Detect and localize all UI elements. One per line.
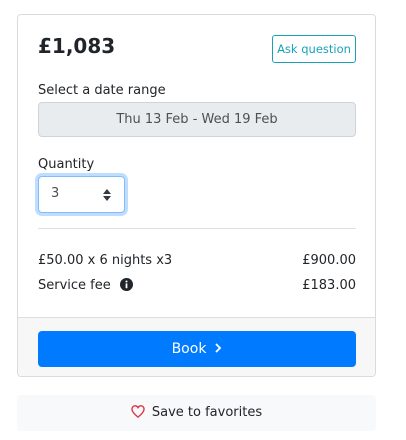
price-line-nights: £50.00 x 6 nights x3 £900.00 [38, 253, 356, 268]
booking-card-footer: Book [18, 317, 375, 376]
heart-outline-icon [131, 405, 145, 418]
price-line-service-fee: Service fee £183.00 [38, 278, 356, 293]
date-range-input[interactable]: Thu 13 Feb - Wed 19 Feb [38, 102, 356, 137]
quantity-select[interactable]: 3 [38, 176, 125, 213]
quantity-label: Quantity [38, 157, 95, 172]
book-button[interactable]: Book [38, 331, 356, 367]
date-range-label: Select a date range [38, 83, 166, 98]
divider [38, 228, 356, 229]
save-to-favorites-button[interactable]: Save to favorites [17, 395, 376, 431]
booking-card: £1,083 Ask question Select a date range … [17, 14, 376, 377]
price-line-label: £50.00 x 6 nights x3 [38, 253, 173, 268]
ask-question-button[interactable]: Ask question [272, 35, 356, 63]
book-button-label: Book [171, 341, 207, 357]
price-line-amount: £900.00 [302, 253, 356, 268]
sort-arrows-icon [103, 189, 111, 201]
save-to-favorites-label: Save to favorites [151, 405, 263, 420]
chevron-right-icon [215, 343, 222, 353]
booking-card-body: £1,083 Ask question Select a date range … [18, 15, 375, 317]
info-circle-icon[interactable] [119, 278, 133, 291]
price-line-label: Service fee [38, 278, 111, 293]
quantity-value: 3 [51, 186, 60, 201]
price-line-amount: £183.00 [302, 278, 356, 293]
price-total: £1,083 [38, 34, 116, 58]
